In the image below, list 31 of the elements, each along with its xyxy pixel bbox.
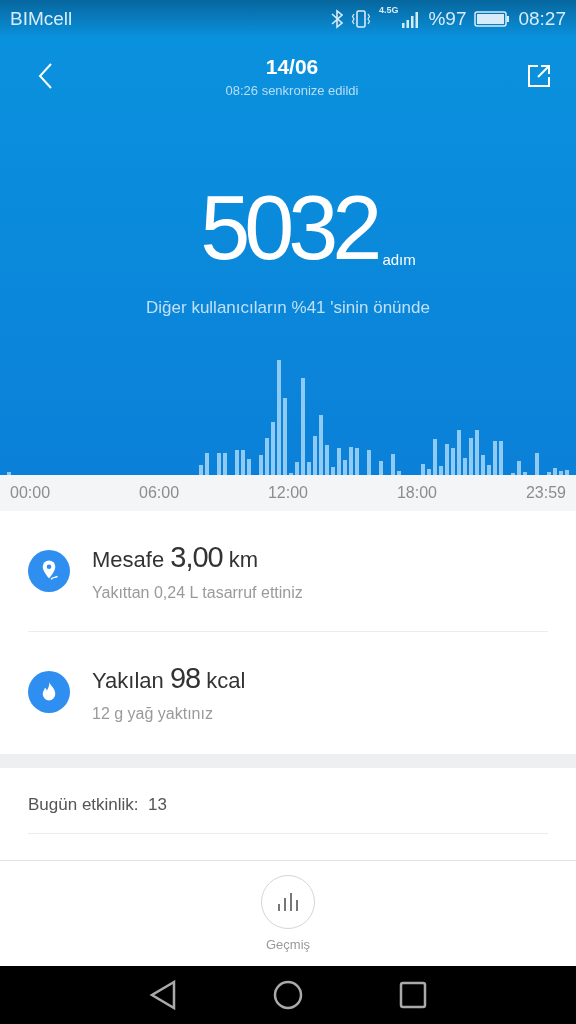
time-axis-label: 06:00 bbox=[139, 484, 180, 502]
stat-value: Mesafe 3,00 km bbox=[92, 540, 260, 574]
stat-note: Yakıttan 0,24 L tasarruf ettiniz bbox=[92, 583, 303, 602]
activity-count: Bugün etkinlik: 13 bbox=[28, 794, 167, 815]
history-label: Geçmiş bbox=[265, 936, 311, 952]
vibrate-icon bbox=[350, 9, 371, 29]
time-axis-label: 00:00 bbox=[10, 484, 51, 502]
clock: 08:27 bbox=[518, 8, 566, 30]
bar-chart-icon bbox=[277, 891, 299, 912]
network-type: 4.5G bbox=[378, 5, 399, 15]
date-title: 14/06 bbox=[265, 54, 319, 79]
home-nav-button[interactable] bbox=[273, 979, 303, 1010]
bluetooth-icon bbox=[330, 9, 343, 29]
flame-icon bbox=[28, 671, 70, 713]
time-axis-label: 23:59 bbox=[525, 484, 566, 502]
back-nav-button[interactable] bbox=[149, 979, 177, 1010]
ranking-text: Diğer kullanıcıların %41 'sinin önünde bbox=[146, 298, 430, 318]
time-axis-label: 18:00 bbox=[396, 484, 437, 502]
carrier-name: BIMcell bbox=[10, 8, 73, 30]
recents-nav-button[interactable] bbox=[399, 980, 427, 1009]
stat-value: Yakılan 98 kcal bbox=[92, 661, 246, 695]
battery-icon bbox=[474, 10, 511, 28]
step-unit: adım bbox=[382, 251, 416, 268]
history-button[interactable] bbox=[261, 874, 315, 929]
time-axis-label: 12:00 bbox=[267, 484, 308, 502]
step-count: 5032 bbox=[200, 186, 377, 270]
location-pin-icon bbox=[28, 550, 70, 592]
battery-percent: %97 bbox=[428, 8, 467, 30]
stat-note: 12 g yağ yaktınız bbox=[92, 704, 214, 723]
signal-icon bbox=[400, 9, 421, 29]
sync-time: 08:26 senkronize edildi bbox=[225, 82, 359, 98]
